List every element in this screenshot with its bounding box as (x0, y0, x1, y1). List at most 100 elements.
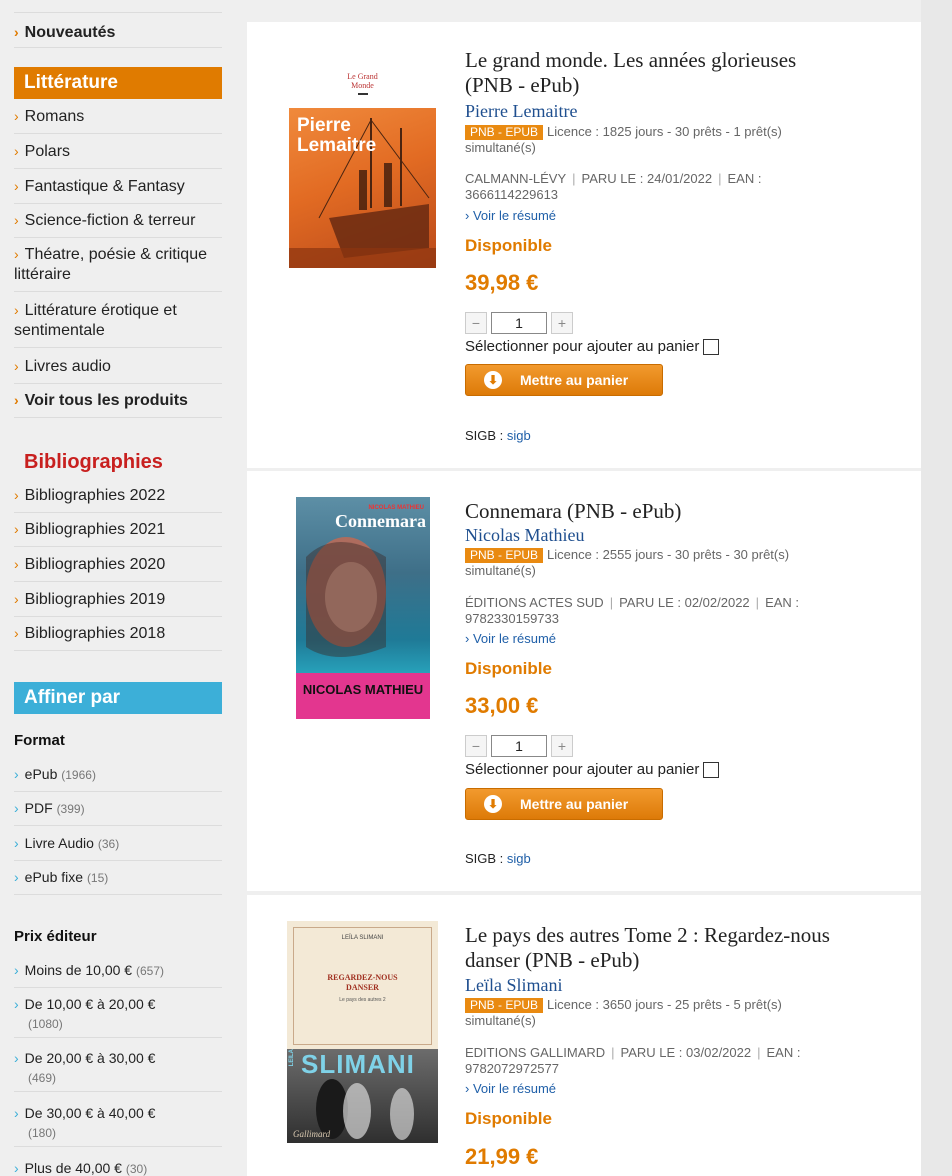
add-to-cart-button[interactable]: ⬇ Mettre au panier (465, 788, 663, 820)
voir-resume-link[interactable]: › Voir le résumé (465, 631, 556, 646)
sidebar-item-erotique[interactable]: › Littérature érotique et sentimentale (14, 300, 222, 348)
filter-label: De 20,00 € à 30,00 € (24, 1050, 156, 1066)
chevron-right-icon: › (14, 835, 19, 851)
publication-date: PARU LE : 02/02/2022 (619, 595, 750, 610)
sidebar-item-polars[interactable]: › Polars (14, 141, 222, 169)
sidebar-item-romans[interactable]: › Romans (14, 106, 222, 134)
chevron-right-icon: › (14, 143, 19, 159)
cover-author: Pierre Lemaitre (297, 116, 376, 156)
product-title-line[interactable]: danser (PNB - ePub) (465, 948, 905, 973)
sidebar-item-science-fiction[interactable]: › Science-fiction & terreur (14, 210, 222, 238)
publisher: ÉDITIONS ACTES SUD (465, 595, 604, 610)
product-title-line[interactable]: Connemara (PNB - ePub) (465, 499, 905, 524)
separator: | (718, 171, 722, 186)
product-title-line[interactable]: (PNB - ePub) (465, 73, 905, 98)
chevron-right-icon: › (14, 766, 19, 782)
filter-label: De 10,00 € à 20,00 € (24, 996, 156, 1012)
product-meta: CALMANN-LÉVY | PARU LE : 24/01/2022 | EAN : 3… (465, 171, 865, 203)
cover-text: Le pays des autres 2 (339, 997, 386, 1003)
licence-text: Licence : 2555 jours - 30 prêts - 30 prê… (547, 547, 790, 562)
voir-resume-link[interactable]: › Voir le résumé (465, 208, 556, 223)
chevron-right-icon: › (14, 212, 19, 228)
sidebar-item-fantastique[interactable]: › Fantastique & Fantasy (14, 176, 222, 204)
chevron-right-icon: › (14, 1105, 19, 1121)
licence-info: PNB - EPUB Licence : 1825 jours - 30 prêt… (465, 124, 885, 156)
sidebar-item-label: Fantastique & Fantasy (24, 178, 185, 195)
plus-button[interactable]: + (551, 312, 573, 334)
sidebar-item-voir-tous[interactable]: › Voir tous les produits (14, 390, 222, 418)
book-cover[interactable]: Le Grand Monde Pierre Lemaitre (289, 66, 436, 268)
filter-item-pdf[interactable]: › PDF (399) (14, 798, 222, 826)
select-for-cart: Sélectionner pour ajouter au panier (465, 761, 720, 778)
filter-item-prix-30-40[interactable]: › De 30,00 € à 40,00 € (180) (14, 1103, 222, 1147)
filter-count: (30) (125, 1162, 148, 1176)
add-to-cart-button[interactable]: ⬇ Mettre au panier (465, 364, 663, 396)
filter-label: ePub fixe (24, 869, 84, 885)
sidebar-item-label: Bibliographies 2021 (24, 521, 166, 538)
filter-item-epub[interactable]: › ePub (1966) (14, 764, 222, 792)
plus-button[interactable]: + (551, 735, 573, 757)
minus-button[interactable]: − (465, 735, 487, 757)
product-author[interactable]: Leïla Slimani (465, 975, 562, 996)
sidebar-item-label: Science-fiction & terreur (24, 212, 196, 229)
filter-title-format: Format (14, 732, 65, 749)
sigb-link[interactable]: sigb (507, 851, 531, 866)
product-author[interactable]: Nicolas Mathieu (465, 525, 584, 546)
filter-count: (399) (56, 802, 85, 816)
quantity-input[interactable]: 1 (491, 735, 547, 757)
minus-button[interactable]: − (465, 312, 487, 334)
sidebar-item-nouveautes[interactable]: › Nouveautés (14, 22, 222, 48)
cover-title: Connemara (335, 511, 426, 531)
availability-status: Disponible (465, 236, 552, 255)
product-title[interactable]: Le pays des autres Tome 2 : Regardez-nou… (465, 923, 905, 973)
sidebar-item-biblio-2020[interactable]: › Bibliographies 2020 (14, 554, 222, 582)
sidebar-item-biblio-2018[interactable]: › Bibliographies 2018 (14, 623, 222, 651)
chevron-right-icon: › (14, 302, 19, 318)
book-cover[interactable]: LEÏLA SLIMANI REGARDEZ-NOUS DANSER Le pa… (287, 921, 438, 1143)
chevron-right-icon: › (14, 591, 19, 607)
section-heading-litterature: Littérature (14, 67, 222, 99)
filter-title-prix: Prix éditeur (14, 928, 97, 945)
format-badge: PNB - EPUB (465, 548, 544, 563)
sidebar-item-biblio-2019[interactable]: › Bibliographies 2019 (14, 589, 222, 617)
select-label: Sélectionner pour ajouter au panier (465, 761, 700, 778)
filter-item-epub-fixe[interactable]: › ePub fixe (15) (14, 867, 222, 895)
chevron-right-icon: › (14, 487, 19, 503)
cover-photo: LEÏLA SLIMANI Gallimard (287, 1049, 438, 1143)
product-title[interactable]: Connemara (PNB - ePub) (465, 499, 905, 524)
voir-resume-link[interactable]: › Voir le résumé (465, 1081, 556, 1096)
sidebar-item-label: sentimentale (14, 322, 105, 339)
chevron-right-icon: › (14, 1160, 19, 1176)
select-checkbox[interactable] (703, 761, 720, 778)
chevron-right-icon: › (14, 962, 19, 978)
product-title-line[interactable]: Le grand monde. Les années glorieuses (465, 48, 905, 73)
chevron-right-icon: › (14, 996, 19, 1012)
product-author[interactable]: Pierre Lemaitre (465, 101, 577, 122)
publisher: EDITIONS GALLIMARD (465, 1045, 606, 1060)
sidebar-item-theatre[interactable]: › Théatre, poésie & critique littéraire (14, 244, 222, 292)
filter-item-prix-moins-10[interactable]: › Moins de 10,00 € (657) (14, 960, 222, 988)
chevron-right-icon: › (14, 178, 19, 194)
separator: | (611, 1045, 615, 1060)
filter-item-prix-plus-40[interactable]: › Plus de 40,00 € (30) (14, 1158, 222, 1176)
sidebar-item-livres-audio[interactable]: › Livres audio (14, 356, 222, 384)
filter-count: (180) (28, 1126, 57, 1140)
filter-item-livre-audio[interactable]: › Livre Audio (36) (14, 833, 222, 861)
sidebar-item-biblio-2022[interactable]: › Bibliographies 2022 (14, 485, 222, 513)
book-cover[interactable]: NICOLAS MATHIEU Connemara NICOLAS MATHIE… (296, 497, 430, 719)
product-price: 33,00 € (465, 693, 539, 718)
sidebar-item-biblio-2021[interactable]: › Bibliographies 2021 (14, 519, 222, 547)
filter-count: (1966) (61, 768, 96, 782)
filter-item-prix-20-30[interactable]: › De 20,00 € à 30,00 € (469) (14, 1048, 222, 1092)
sidebar-item-label: Romans (24, 108, 85, 125)
divider (14, 12, 222, 13)
filter-item-prix-10-20[interactable]: › De 10,00 € à 20,00 € (1080) (14, 994, 222, 1038)
licence-text: Licence : 3650 jours - 25 prêts - 5 prêt… (547, 997, 782, 1012)
product-title-line[interactable]: Le pays des autres Tome 2 : Regardez-nou… (465, 923, 905, 948)
arrow-down-icon: ⬇ (484, 795, 502, 813)
quantity-input[interactable]: 1 (491, 312, 547, 334)
sidebar-item-label: Bibliographies 2022 (24, 487, 166, 504)
select-checkbox[interactable] (703, 338, 720, 355)
product-title[interactable]: Le grand monde. Les années glorieuses (PN… (465, 48, 905, 98)
sigb-link[interactable]: sigb (507, 428, 531, 443)
